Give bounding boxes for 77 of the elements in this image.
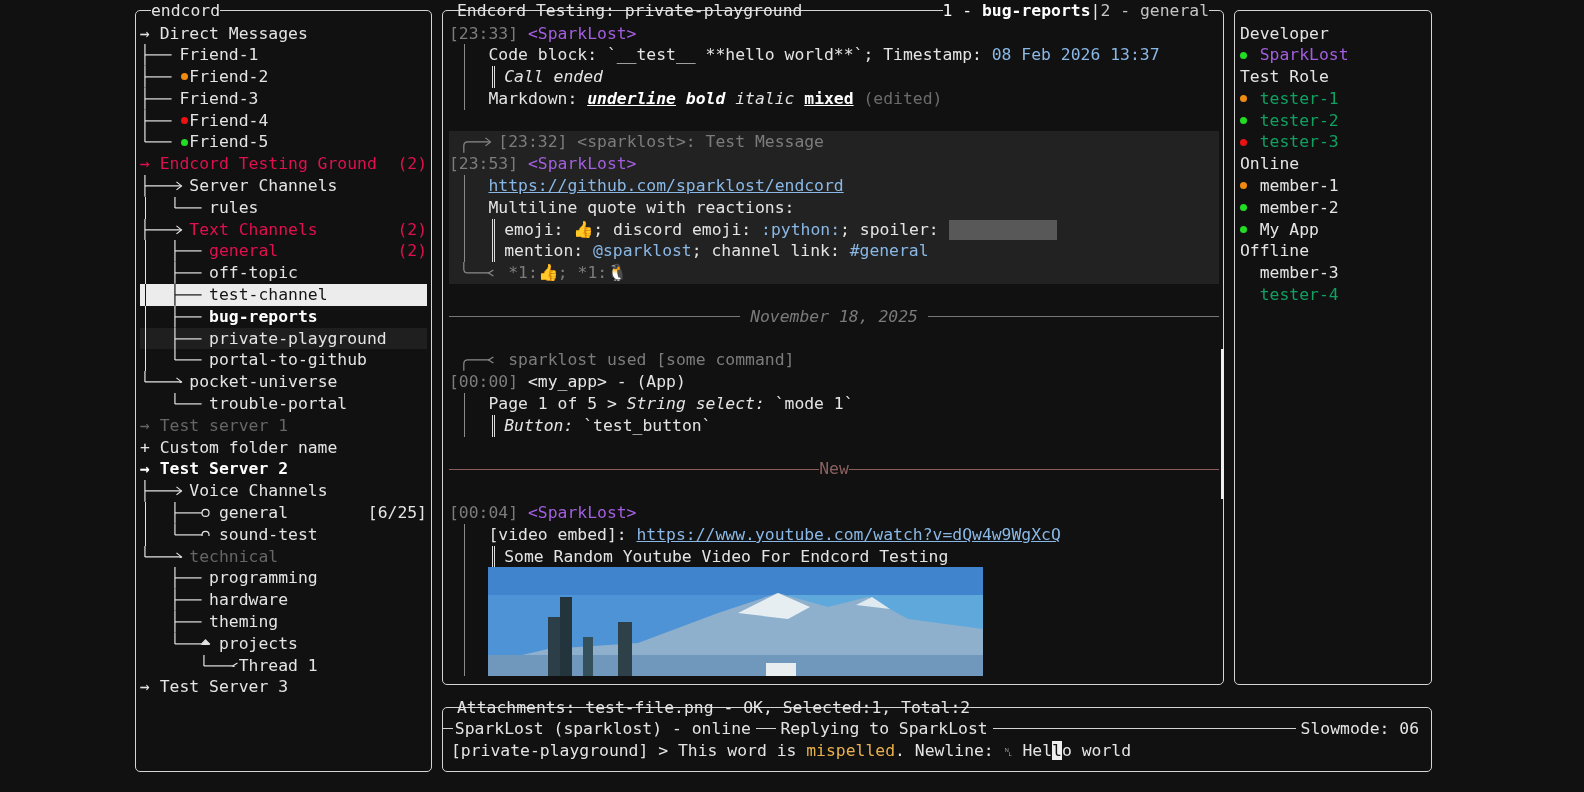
tree-item[interactable]: programming [140, 567, 427, 590]
message-time: [23:33] [449, 23, 519, 43]
author-name[interactable]: <SparkLost> [527, 154, 637, 174]
tree-item[interactable]: → Direct Messages [140, 22, 427, 45]
tree-item[interactable]: → Test Server 2 [140, 458, 427, 481]
tree-item[interactable]: test-channel [140, 284, 427, 306]
tree-item[interactable]: + Custom folder name [140, 436, 427, 459]
tree-item[interactable]: sound-test [140, 523, 427, 546]
tree-item[interactable]: → Test Server 3 [140, 676, 427, 699]
date-divider-label: November 18, 2025 [750, 305, 918, 328]
message-text: [video embed]: https://www.youtube.com/watch?v=dQw4w9WgXcQ [488, 523, 1062, 546]
quote-text: Button: `test_button` [504, 414, 713, 437]
message-text: Multiline quote with reactions: [488, 196, 796, 219]
member-item[interactable]: tester-3 [1240, 131, 1427, 154]
reply-status: Replying to SparkLost [780, 718, 988, 740]
message[interactable]: [00:04] <SparkLost> [video embed]: https://www.youtube.com/watch?v=dQw4w9WgXcQ Some Random Youtube Video For Endcord Testing [449, 502, 1219, 677]
tree-item[interactable]: Text Channels (2) [140, 218, 427, 241]
quote-text: mention: @sparklost; channel link: #general [504, 240, 930, 263]
tree-item[interactable]: Friend-5 [140, 131, 427, 154]
reply-preview[interactable]: [23:32] <sparklost>: Test Message [498, 131, 824, 154]
tree-item[interactable]: rules [140, 196, 427, 219]
tree-item[interactable]: pocket-universe [140, 371, 427, 394]
tree-item[interactable]: projects [140, 632, 427, 655]
message-time: [00:04] [449, 503, 519, 523]
tree-item[interactable]: Voice Channels [140, 480, 427, 503]
member-item[interactable]: member-3 [1240, 262, 1427, 285]
message-input[interactable]: [private-playground] > This word is mispelled. Newline: ␤ Hello world [443, 739, 1431, 762]
tree-item[interactable]: bug-reports [140, 305, 427, 328]
tree-item[interactable]: Friend-1 [140, 44, 427, 67]
quote-text: Call ended [504, 66, 604, 88]
member-item[interactable]: member-1 [1240, 175, 1427, 197]
tree-item[interactable]: general (2) [140, 240, 427, 263]
tree-item[interactable]: trouble-portal [140, 393, 427, 415]
author-name[interactable]: <SparkLost> [527, 503, 637, 523]
author-name[interactable]: <my_app> [527, 372, 607, 392]
user-status: SparkLost (sparklost) - online [454, 718, 751, 740]
message-text: Page 1 of 5 > String select: `mode 1` [488, 393, 855, 415]
text-cursor: l [1052, 740, 1062, 760]
message-text: Code block: `__test__ **hello world**`; Timestamp: 08 Feb 2026 13:37 [488, 44, 1161, 67]
reply-preview[interactable]: sparklost used [some command] [508, 349, 795, 372]
member-item[interactable]: SparkLost [1240, 44, 1427, 67]
tree-item[interactable]: hardware [140, 589, 427, 611]
quote-text: emoji: 👍; discord emoji: :python:; spoiler: [504, 218, 1219, 241]
spoiler-block[interactable] [948, 220, 1058, 241]
author-name[interactable]: <SparkLost> [527, 23, 637, 43]
role-heading: Offline [1240, 240, 1311, 263]
member-item[interactable]: tester-2 [1240, 109, 1427, 132]
message[interactable]: [23:33] <SparkLost> Code block: `__test__ **hello world**`; Timestamp: 08 Feb 2026 13:37 Call ended Markdown: underline bold italic mixed (edited) [449, 22, 1219, 110]
message-time: [00:00] [449, 372, 519, 392]
tree-item[interactable]: theming [140, 611, 427, 633]
author-tag: - (App) [616, 372, 686, 392]
message[interactable] [449, 131, 1219, 285]
tree-item[interactable]: general [6/25] [140, 502, 427, 524]
role-heading: Online [1240, 153, 1301, 176]
new-messages-label: New [819, 458, 849, 481]
message-time: [23:53] [449, 154, 519, 174]
tree-item[interactable]: portal-to-github [140, 349, 427, 372]
message-text: Markdown: underline bold italic mixed (edited) [488, 87, 944, 110]
slowmode-status: Slowmode: 06 [1300, 718, 1419, 740]
member-item[interactable]: member-2 [1240, 196, 1427, 219]
tree-item[interactable]: private-playground [140, 327, 427, 350]
member-item[interactable]: tester-1 [1240, 87, 1427, 110]
link[interactable]: https://github.com/sparklost/endcord [488, 176, 844, 196]
tree-item[interactable]: → Endcord Testing Ground (2) [140, 153, 427, 176]
role-heading: Developer [1240, 22, 1330, 45]
tree-item[interactable]: Friend-3 [140, 87, 427, 110]
link[interactable]: https://www.youtube.com/watch?v=dQw4w9WgXcQ [636, 524, 1061, 544]
tree-item[interactable]: Friend-2 [140, 66, 427, 88]
reactions[interactable]: *1:👍; *1:🐧 [508, 262, 628, 285]
quote-text: Some Random Youtube Video For Endcord Testing [504, 545, 950, 568]
role-heading: Test Role [1240, 66, 1330, 88]
tree-item[interactable]: Thread 1 [140, 654, 427, 677]
member-item[interactable]: tester-4 [1240, 284, 1427, 306]
tree-item[interactable]: Friend-4 [140, 109, 427, 132]
member-item[interactable]: My App [1240, 218, 1427, 241]
scrollbar-thumb[interactable] [1221, 349, 1224, 499]
tree-item[interactable]: Server Channels [140, 175, 427, 197]
